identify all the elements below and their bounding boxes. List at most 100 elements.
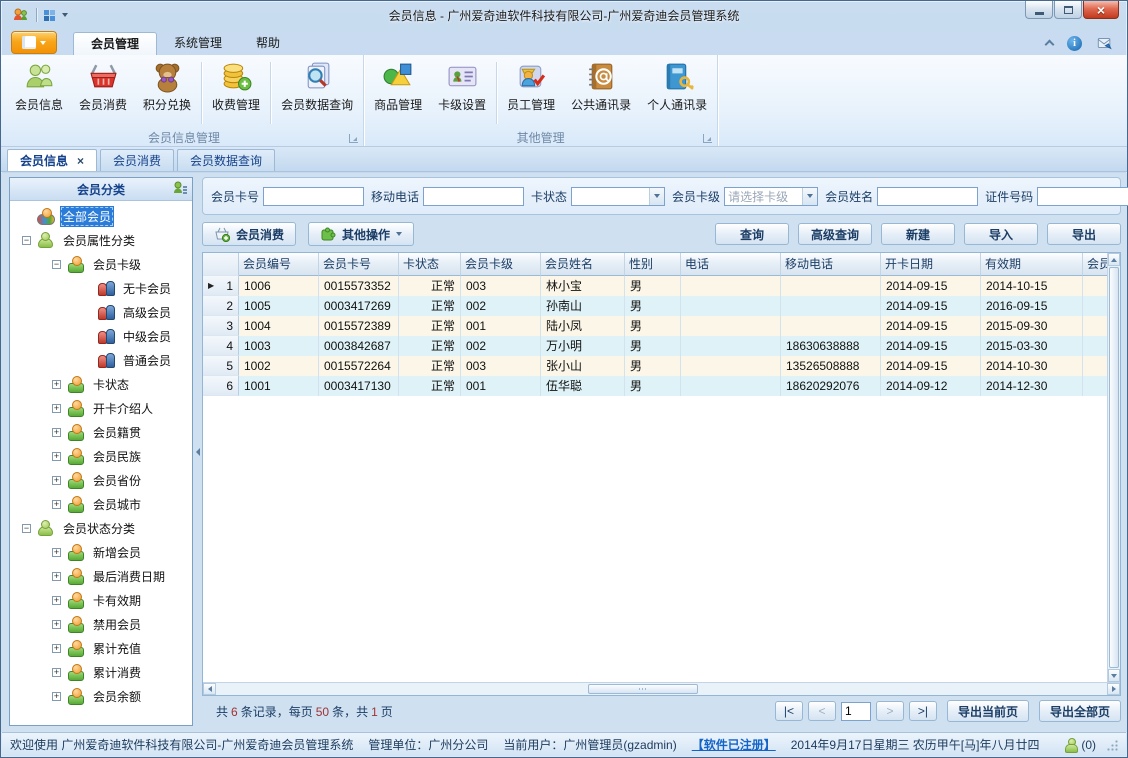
horizontal-scroll-thumb[interactable] (588, 684, 699, 694)
search-select[interactable]: 请选择卡级 (724, 186, 819, 206)
public-contacts-button[interactable]: 公共通讯录 (563, 57, 639, 129)
category-list-icon[interactable] (172, 181, 188, 197)
license-registered-link[interactable]: 【软件已注册】 (692, 736, 776, 753)
query-button[interactable]: 查询 (715, 223, 789, 245)
tree-expander-icon[interactable] (22, 235, 31, 245)
collapse-ribbon-icon[interactable] (1044, 39, 1055, 50)
tree-expander-icon[interactable] (52, 475, 61, 485)
tree-expander-icon[interactable] (52, 547, 61, 557)
tree-item[interactable]: 无卡会员 (10, 276, 192, 300)
tree-item[interactable]: 累计消费 (10, 660, 192, 684)
tree-expander-icon[interactable] (82, 284, 91, 293)
tree-item[interactable]: 会员属性分类 (10, 228, 192, 252)
tree-item[interactable]: 会员省份 (10, 468, 192, 492)
dropdown-button[interactable] (649, 187, 665, 205)
dialog-launcher-icon[interactable] (349, 134, 359, 143)
ribbon-tab-system[interactable]: 系统管理 (157, 32, 239, 55)
tree-item[interactable]: 最后消费日期 (10, 564, 192, 588)
vertical-scrollbar[interactable] (1107, 253, 1120, 682)
tree-expander-icon[interactable] (22, 523, 31, 533)
table-row[interactable]: 6 1001 0003417130 正常 001 伍华聪 男 186202920… (203, 376, 1107, 396)
tree-item[interactable]: 卡状态 (10, 372, 192, 396)
ribbon-tab-member[interactable]: 会员管理 (73, 32, 158, 55)
search-input[interactable] (263, 186, 365, 206)
points-exchange-button[interactable]: 积分兑换 (135, 57, 199, 129)
search-select[interactable] (571, 186, 666, 206)
export-button[interactable]: 导出 (1047, 223, 1121, 245)
window-layout-icon[interactable] (44, 9, 55, 21)
application-menu-button[interactable] (11, 31, 57, 54)
dropdown-button[interactable] (802, 187, 818, 205)
tree-item[interactable]: 会员状态分类 (10, 516, 192, 540)
column-header[interactable]: 性别 (625, 253, 681, 276)
tree-expander-icon[interactable] (82, 332, 91, 341)
panel-splitter[interactable] (193, 177, 202, 726)
tree-expander-icon[interactable] (22, 212, 31, 221)
goods-management-button[interactable]: 商品管理 (366, 57, 430, 129)
tree-expander-icon[interactable] (82, 356, 91, 365)
tree-item[interactable]: 全部会员 (10, 204, 192, 228)
ribbon-tab-help[interactable]: 帮助 (239, 32, 297, 55)
doc-tab-member-consume[interactable]: 会员消费 (100, 149, 175, 171)
prev-page-button[interactable]: < (807, 701, 836, 721)
import-button[interactable]: 导入 (964, 223, 1038, 245)
maximize-button[interactable] (1054, 1, 1082, 19)
doc-tab-member-data-query[interactable]: 会员数据查询 (177, 149, 276, 171)
doc-tab-member-info[interactable]: 会员信息 × (7, 149, 98, 171)
tree-item[interactable]: 禁用会员 (10, 612, 192, 636)
tree-expander-icon[interactable] (52, 259, 61, 269)
personal-contacts-button[interactable]: 个人通讯录 (639, 57, 715, 129)
table-row[interactable]: 5 1002 0015572264 正常 003 张小山 男 135265088… (203, 356, 1107, 376)
tree-item[interactable]: 会员城市 (10, 492, 192, 516)
advanced-query-button[interactable]: 高级查询 (798, 223, 872, 245)
close-tab-icon[interactable]: × (77, 154, 84, 168)
chevron-down-icon[interactable] (62, 13, 68, 17)
search-input[interactable] (423, 186, 525, 206)
member-info-button[interactable]: 会员信息 (7, 57, 71, 129)
tree-expander-icon[interactable] (52, 595, 61, 605)
tree-item[interactable]: 卡有效期 (10, 588, 192, 612)
search-input[interactable] (1037, 186, 1128, 206)
staff-management-button[interactable]: 员工管理 (499, 57, 563, 129)
tree-item[interactable]: 累计充值 (10, 636, 192, 660)
resize-grip[interactable] (1106, 738, 1118, 751)
column-header[interactable]: 会员卡级 (461, 253, 541, 276)
column-header[interactable]: 有效期 (981, 253, 1083, 276)
page-number-input[interactable] (840, 701, 871, 721)
table-row[interactable]: 3 1004 0015572389 正常 001 陆小凤 男 2014-09-1… (203, 316, 1107, 336)
search-input[interactable] (877, 186, 979, 206)
tree-expander-icon[interactable] (52, 499, 61, 509)
export-current-page-button[interactable]: 导出当前页 (946, 700, 1029, 722)
tree-expander-icon[interactable] (52, 403, 61, 413)
table-row[interactable]: 2 1005 0003417269 正常 002 孙南山 男 2014-09-1… (203, 296, 1107, 316)
tree-item[interactable]: 开卡介绍人 (10, 396, 192, 420)
tree-expander-icon[interactable] (52, 643, 61, 653)
next-page-button[interactable]: > (875, 701, 904, 721)
tree-item[interactable]: 高级会员 (10, 300, 192, 324)
member-consume-action-button[interactable]: 会员消费 (202, 222, 297, 246)
dialog-launcher-icon[interactable] (703, 134, 713, 143)
vertical-scroll-thumb[interactable] (1109, 267, 1119, 668)
column-header[interactable]: 会员卡号 (319, 253, 399, 276)
tree-expander-icon[interactable] (52, 379, 61, 389)
tree-item[interactable]: 普通会员 (10, 348, 192, 372)
create-button[interactable]: 新建 (881, 223, 955, 245)
column-header[interactable]: 会员 (1083, 253, 1107, 276)
horizontal-scrollbar[interactable] (203, 682, 1120, 695)
column-header[interactable]: 开卡日期 (881, 253, 981, 276)
tree-expander-icon[interactable] (52, 619, 61, 629)
tree-expander-icon[interactable] (52, 571, 61, 581)
scroll-left-button[interactable] (203, 683, 216, 695)
tree-item[interactable]: 会员卡级 (10, 252, 192, 276)
table-row[interactable]: ▶ 1 1006 0015573352 正常 003 林小宝 男 2014-09… (203, 276, 1107, 296)
info-icon[interactable] (1067, 35, 1082, 51)
tree-expander-icon[interactable] (52, 691, 61, 701)
feedback-mail-icon[interactable] (1096, 35, 1113, 51)
member-consume-button[interactable]: 会员消费 (71, 57, 135, 129)
tree-item[interactable]: 会员民族 (10, 444, 192, 468)
tree-expander-icon[interactable] (52, 451, 61, 461)
scroll-right-button[interactable] (1107, 683, 1120, 695)
column-header[interactable]: 卡状态 (399, 253, 461, 276)
column-header[interactable]: 会员编号 (239, 253, 319, 276)
first-page-button[interactable]: |< (774, 701, 803, 721)
